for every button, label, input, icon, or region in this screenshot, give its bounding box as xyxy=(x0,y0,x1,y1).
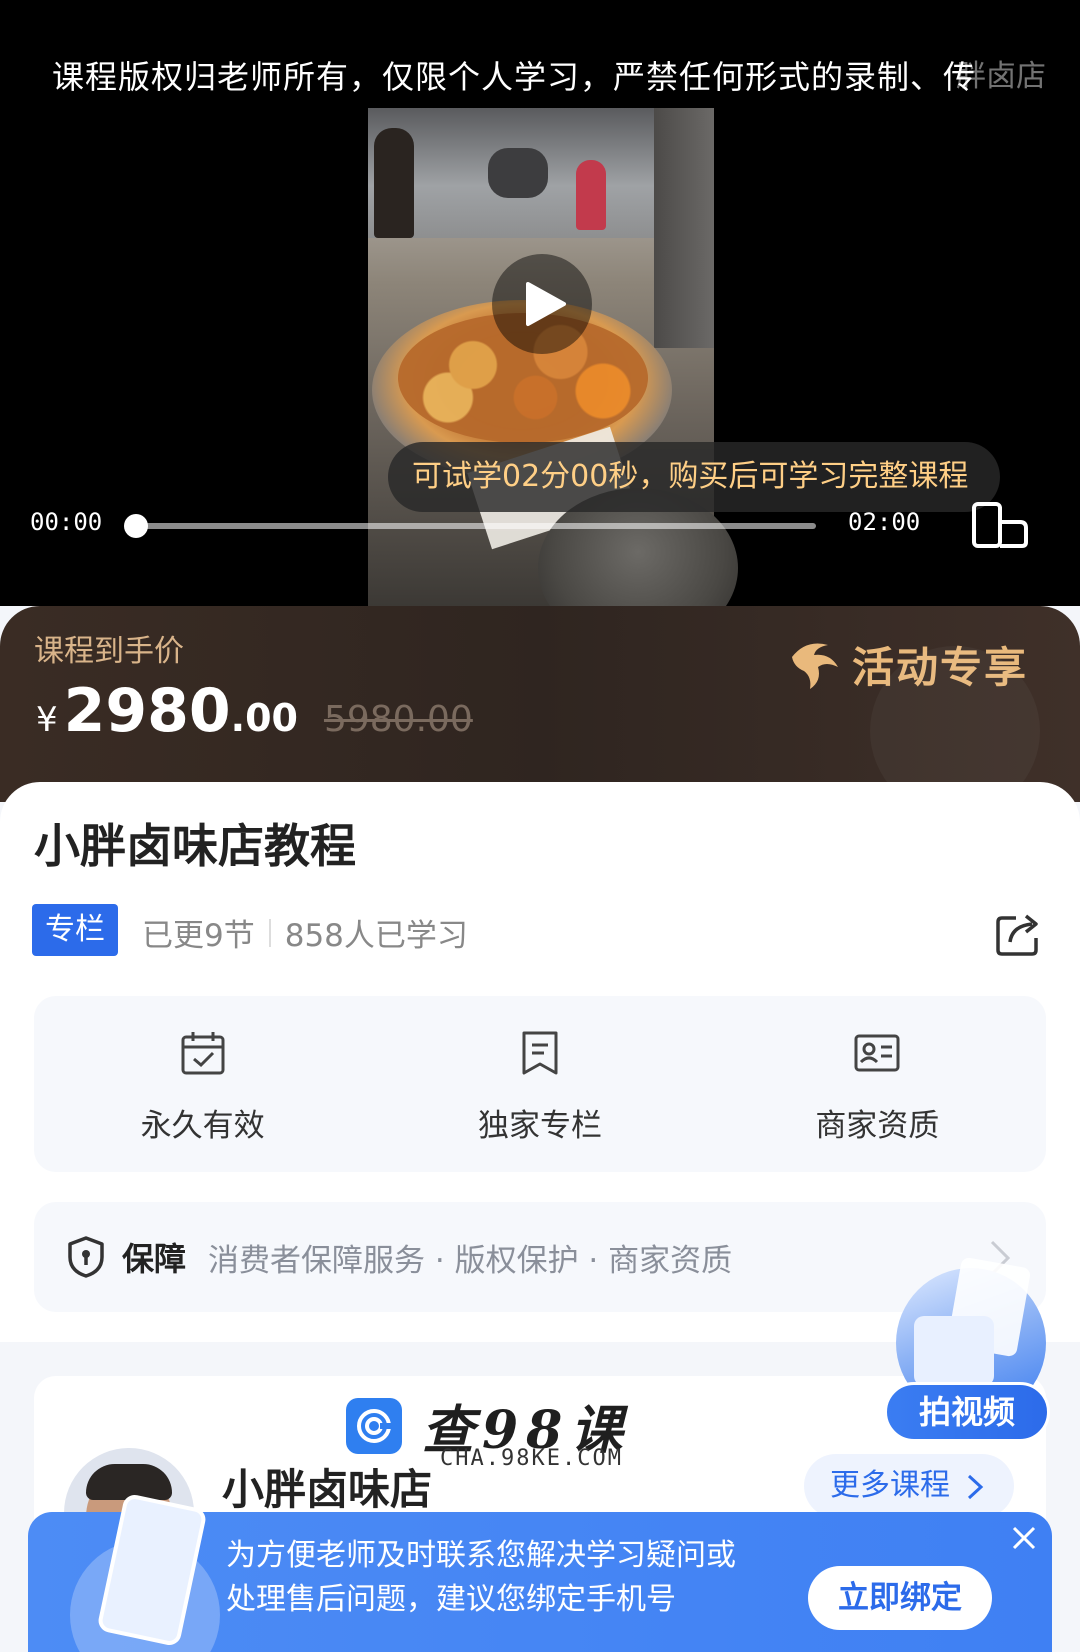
bind-message-line: 处理售后问题，建议您绑定手机号 xyxy=(226,1582,676,1617)
meta-divider xyxy=(268,918,271,947)
feature-label: 永久有效 xyxy=(140,1108,265,1144)
video-scene-scooter xyxy=(488,148,548,198)
more-courses-button[interactable]: 更多课程 xyxy=(804,1454,1014,1518)
shoot-video-button[interactable]: 拍视频 xyxy=(884,1256,1060,1444)
shield-icon xyxy=(68,1236,104,1278)
phone-icon xyxy=(70,1492,220,1652)
shoot-video-label: 拍视频 xyxy=(884,1382,1050,1442)
trial-notice: 可试学02分00秒，购买后可学习完整课程 xyxy=(388,442,1001,512)
calendar-check-icon xyxy=(181,1032,225,1075)
original-price: 5980.00 xyxy=(323,699,473,740)
bind-message-line: 为方便老师及时联系您解决学习疑问或 xyxy=(226,1538,736,1573)
share-icon[interactable] xyxy=(994,908,1044,958)
copyright-notice: 课程版权归老师所有，仅限个人学习，严禁任何形式的录制、传 xyxy=(52,58,977,96)
price-label: 课程到手价 xyxy=(34,634,184,669)
bind-phone-banner: 为方便老师及时联系您解决学习疑问或 处理售后问题，建议您绑定手机号 立即绑定 xyxy=(28,1492,1052,1652)
course-meta: 已更9节 858人已学习 xyxy=(142,910,468,955)
price-row: ¥ 2980 .00 5980.00 xyxy=(36,676,473,746)
feature-label: 商家资质 xyxy=(815,1108,940,1144)
play-icon xyxy=(526,282,566,326)
close-icon[interactable] xyxy=(1010,1524,1038,1552)
update-count: 已更9节 xyxy=(142,918,255,954)
progress-bar[interactable] xyxy=(136,523,816,529)
play-button[interactable] xyxy=(492,254,592,354)
feature-label: 独家专栏 xyxy=(477,1108,602,1144)
id-card-icon xyxy=(854,1034,900,1072)
copyright-watermark: 胖卤店 xyxy=(956,59,1046,94)
total-time: 02:00 xyxy=(848,508,921,536)
teacher-name: 小胖卤味店 xyxy=(222,1465,433,1514)
swift-bird-icon xyxy=(792,643,838,689)
feature-merchant[interactable]: 商家资质 xyxy=(709,996,1046,1172)
price-banner: 课程到手价 ¥ 2980 .00 5980.00 活动专享 xyxy=(0,606,1080,802)
column-tag: 专栏 xyxy=(32,904,118,956)
chevron-right-icon xyxy=(967,1474,983,1499)
video-scene-child xyxy=(576,160,606,230)
video-player[interactable]: 课程版权归老师所有，仅限个人学习，严禁任何形式的录制、传 胖卤店 可试学02分0… xyxy=(0,0,1080,606)
watermark-domain: CHA.98KE.COM xyxy=(440,1446,623,1471)
feature-list: 永久有效 独家专栏 商家资质 xyxy=(34,996,1046,1172)
video-scene-person xyxy=(374,128,414,238)
video-scene-pillar xyxy=(654,108,714,348)
progress-thumb[interactable] xyxy=(124,514,148,538)
avatar-hair xyxy=(86,1464,172,1500)
watermark-logo-icon xyxy=(346,1397,402,1454)
learner-count: 858人已学习 xyxy=(284,918,468,954)
guarantee-title: 保障 xyxy=(122,1240,187,1278)
bind-phone-message: 为方便老师及时联系您解决学习疑问或 处理售后问题，建议您绑定手机号 xyxy=(226,1534,736,1622)
current-price: 2980 xyxy=(63,676,231,746)
feature-permanent[interactable]: 永久有效 xyxy=(34,996,371,1172)
more-courses-label: 更多课程 xyxy=(830,1468,950,1503)
promo-label: 活动专享 xyxy=(852,643,1029,692)
bind-now-button[interactable]: 立即绑定 xyxy=(808,1566,992,1630)
phone-illustration xyxy=(96,1492,208,1648)
bag-icon xyxy=(914,1316,994,1386)
promo-badge: 活动专享 xyxy=(786,634,1028,695)
course-info-card: 小胖卤味店教程 专栏 已更9节 858人已学习 永久有效 独家专栏 商家资质 保… xyxy=(0,782,1080,1342)
bookmark-doc-icon xyxy=(522,1031,558,1075)
feature-exclusive[interactable]: 独家专栏 xyxy=(371,996,708,1172)
current-price-decimal: .00 xyxy=(230,696,298,740)
current-time: 00:00 xyxy=(30,508,103,536)
video-frame xyxy=(368,108,738,606)
currency-symbol: ¥ xyxy=(36,700,58,740)
guarantee-items: 消费者保障服务 · 版权保护 · 商家资质 xyxy=(208,1242,733,1279)
rotate-screen-icon[interactable] xyxy=(970,502,1030,550)
course-title: 小胖卤味店教程 xyxy=(34,819,356,873)
